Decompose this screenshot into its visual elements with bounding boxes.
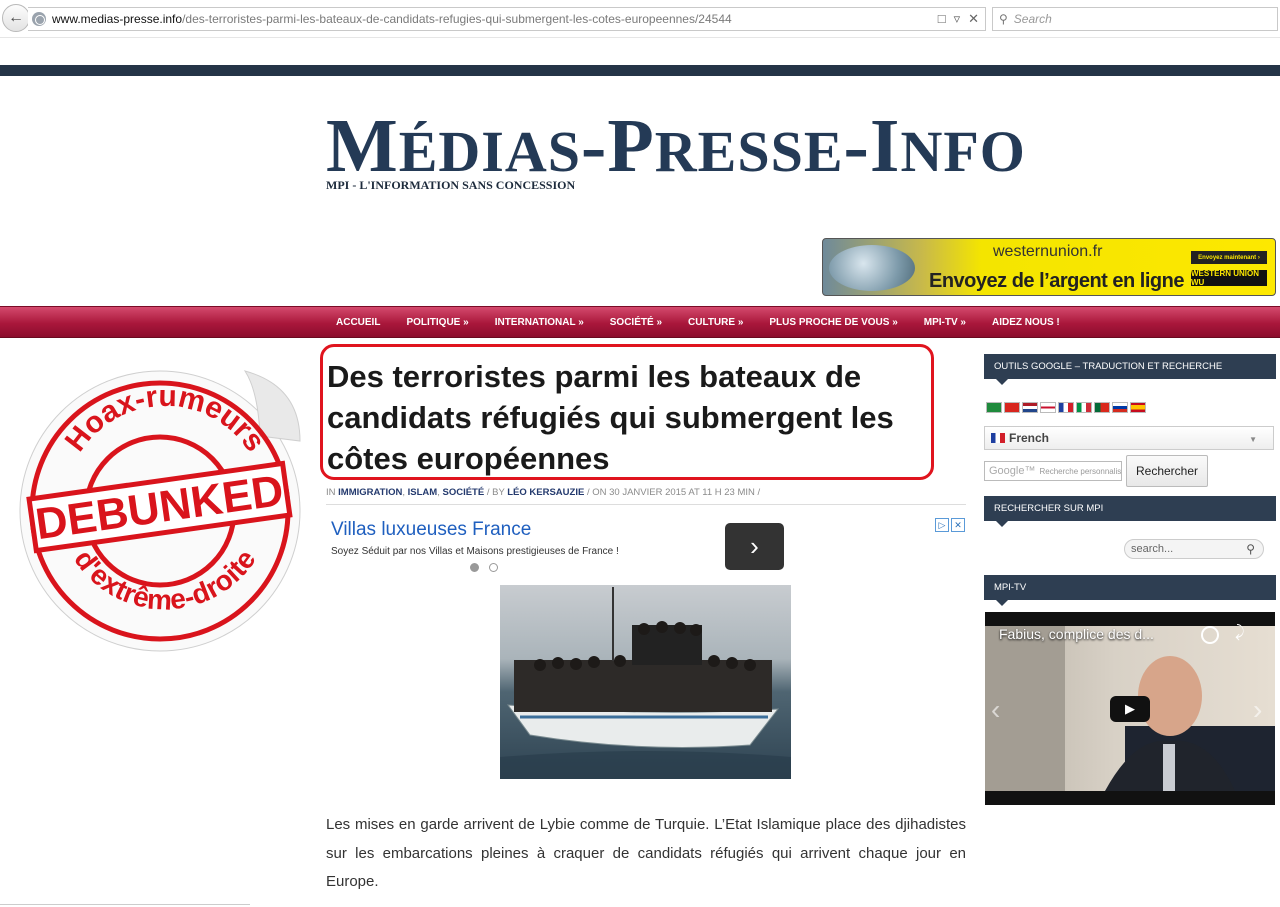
google-search-placeholder: Recherche personnalisée [1039, 466, 1122, 476]
back-button[interactable]: ← [2, 4, 30, 32]
flag-french-icon[interactable] [1058, 402, 1074, 413]
flag-english-icon[interactable] [1040, 402, 1056, 413]
nav-item-culture[interactable]: CULTURE » [688, 317, 743, 328]
language-flags [986, 402, 1146, 413]
footer-divider [0, 904, 250, 905]
logo-text: ÉDIAS [398, 119, 582, 184]
category-societe[interactable]: SOCIÉTÉ [442, 487, 484, 498]
logo-letter: -P [581, 104, 655, 188]
adchoices-icon[interactable]: ▷ [935, 518, 949, 532]
meta-in: IN [326, 487, 336, 498]
google-search-brand: Google™ [989, 465, 1036, 477]
mpi-search-placeholder: search... [1131, 543, 1174, 555]
flag-dutch-icon[interactable] [1022, 402, 1038, 413]
site-tagline: MPI - L'INFORMATION SANS CONCESSION [326, 178, 576, 192]
debunked-sticker: Hoax-rumeurs d'extrême-droite DEBUNKED [10, 346, 320, 666]
search-icon: ⚲ [999, 12, 1008, 26]
share-icon[interactable]: ⤸ [1235, 624, 1245, 642]
flag-portuguese-icon[interactable] [1094, 402, 1110, 413]
western-union-logo: WESTERN UNION WU [1191, 269, 1267, 287]
browser-search-box[interactable]: ⚲ Search [992, 7, 1278, 31]
meta-date: / ON 30 JANVIER 2015 AT 11 H 23 MIN / [586, 487, 761, 498]
debunked-stamp-icon: Hoax-rumeurs d'extrême-droite DEBUNKED [19, 370, 301, 652]
nav-item-mpi-tv[interactable]: MPI-TV » [924, 317, 966, 328]
play-button[interactable]: ▶ [1110, 696, 1150, 722]
nav-item-international[interactable]: INTERNATIONAL » [495, 317, 584, 328]
close-ad-icon[interactable]: ✕ [951, 518, 965, 532]
logo-text: RESSE [654, 119, 844, 184]
article-meta: IN IMMIGRATION, ISLAM, SOCIÉTÉ / BY LÉO … [326, 487, 761, 498]
language-select[interactable]: French ▼ [984, 426, 1274, 450]
logo-letter: M [326, 104, 399, 188]
ad-choices[interactable]: ▷ ✕ [935, 518, 965, 532]
mpi-search-widget-title: RECHERCHER SUR MPI [984, 496, 1276, 527]
article-title: Des terroristes parmi les bateaux de can… [327, 359, 894, 476]
nav-item-politique[interactable]: POLITIQUE » [406, 317, 468, 328]
browser-toolbar: ← www.medias-presse.info/des-terroristes… [0, 0, 1280, 38]
stop-icon[interactable]: ✕ [968, 11, 979, 27]
migrant-boat-photo [500, 585, 791, 779]
dropdown-icon[interactable]: ▿ [954, 11, 961, 27]
language-select-value: French [1009, 431, 1050, 445]
watch-later-icon[interactable] [1201, 626, 1219, 644]
article-body: Les mises en garde arrivent de Lybie com… [326, 816, 966, 890]
inline-ad-subtitle: Soyez Séduit par nos Villas et Maisons p… [331, 546, 619, 557]
ad-dot-active[interactable] [470, 563, 479, 572]
search-icon[interactable]: ⚲ [1246, 542, 1255, 556]
google-tools-widget-title: OUTILS GOOGLE – TRADUCTION ET RECHERCHE [984, 354, 1276, 385]
address-bar[interactable]: www.medias-presse.info/des-terroristes-p… [28, 7, 986, 31]
video-title[interactable]: Fabius, complice des d... [999, 626, 1154, 642]
url-domain: www.medias-presse.info [52, 12, 183, 26]
flag-arabic-icon[interactable] [986, 402, 1002, 413]
banner-cta-button[interactable]: Envoyez maintenant › [1191, 251, 1267, 264]
nav-item-accueil[interactable]: ACCUEIL [336, 317, 380, 328]
flag-chinese-icon[interactable] [1004, 402, 1020, 413]
category-immigration[interactable]: IMMIGRATION [338, 487, 402, 498]
flag-russian-icon[interactable] [1112, 402, 1128, 413]
logo-text: NFO [900, 119, 1026, 184]
nav-item-plus-proche[interactable]: PLUS PROCHE DE VOUS » [769, 317, 897, 328]
french-flag-icon [991, 433, 1005, 443]
mpitv-widget-title: MPI-TV [984, 575, 1276, 606]
chevron-right-icon: › [750, 531, 759, 561]
inline-ad-title[interactable]: Villas luxueuses France [331, 519, 531, 541]
chevron-down-icon: ▼ [1249, 435, 1257, 444]
video-prev-icon[interactable]: ‹ [991, 694, 1000, 726]
play-icon: ▶ [1125, 701, 1135, 716]
google-custom-search-input[interactable]: Google™ Recherche personnalisée [984, 461, 1122, 481]
browser-search-placeholder: Search [1013, 12, 1052, 26]
url-path: /des-terroristes-parmi-les-bateaux-de-ca… [182, 12, 732, 26]
western-union-banner-ad[interactable]: westernunion.fr Envoyez de l’argent en l… [822, 238, 1276, 296]
nav-item-aidez-nous[interactable]: AIDEZ NOUS ! [992, 317, 1060, 328]
site-logo[interactable]: MÉDIAS-PRESSE-INFO [326, 108, 1026, 184]
banner-domain: westernunion.fr [993, 243, 1103, 260]
meta-by: / BY [486, 487, 505, 498]
globe-image [829, 245, 915, 291]
ad-dot[interactable] [489, 563, 498, 572]
globe-icon [32, 12, 46, 26]
boat-image [500, 587, 791, 779]
rechercher-button[interactable]: Rechercher [1126, 455, 1208, 487]
logo-letter: -I [843, 104, 901, 188]
reader-view-icon[interactable]: □ [938, 11, 946, 27]
video-next-icon[interactable]: › [1253, 694, 1262, 726]
category-islam[interactable]: ISLAM [408, 487, 438, 498]
meta-divider [326, 504, 966, 505]
main-nav: ACCUEIL POLITIQUE » INTERNATIONAL » SOCI… [0, 306, 1280, 338]
video-player[interactable]: Fabius, complice des d... ⤸ ▶ ‹ › [985, 612, 1275, 805]
back-arrow-icon: ← [8, 9, 24, 26]
banner-slogan: Envoyez de l’argent en ligne [929, 270, 1184, 292]
nav-item-societe[interactable]: SOCIÉTÉ » [610, 317, 662, 328]
ad-pagination [470, 563, 498, 572]
ad-next-button[interactable]: › [725, 523, 784, 570]
author-link[interactable]: LÉO KERSAUZIE [507, 487, 584, 498]
top-stripe [0, 65, 1280, 76]
flag-spanish-icon[interactable] [1130, 402, 1146, 413]
flag-italian-icon[interactable] [1076, 402, 1092, 413]
mpi-search-input[interactable]: search... ⚲ [1124, 539, 1264, 559]
